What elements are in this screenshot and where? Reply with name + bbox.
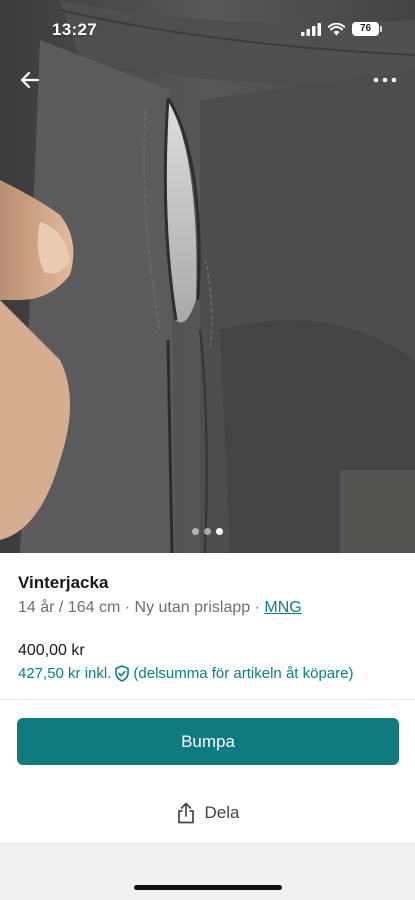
status-time: 13:27 xyxy=(52,20,97,39)
item-attributes: 14 år / 164 cm · Ny utan prislapp · MNG xyxy=(18,599,302,617)
more-options-button[interactable] xyxy=(369,64,401,96)
home-indicator[interactable] xyxy=(134,885,282,890)
status-bar: 13:27 76 xyxy=(0,0,415,58)
price-incl-text: 427,50 kr inkl. xyxy=(18,665,112,682)
signal-icon xyxy=(301,22,321,36)
bump-button[interactable]: Bumpa xyxy=(17,718,399,765)
share-label: Dela xyxy=(204,803,240,822)
share-button[interactable]: Dela xyxy=(0,793,415,833)
brand-link[interactable]: MNG xyxy=(264,599,301,616)
status-icons: 76 xyxy=(301,22,382,36)
divider xyxy=(0,699,415,700)
item-title: Vinterjacka xyxy=(18,573,109,592)
share-icon xyxy=(177,802,194,824)
arrow-left-icon xyxy=(20,71,40,89)
shield-check-icon xyxy=(114,665,130,682)
item-condition: Ny utan prislapp xyxy=(134,599,251,616)
separator: · xyxy=(254,599,260,616)
wifi-icon xyxy=(328,22,345,35)
buyer-protection-note: (delsumma för artikeln åt köpare) xyxy=(133,665,354,682)
bottom-section xyxy=(0,843,415,900)
jacket-photo-illustration xyxy=(0,0,415,553)
battery-indicator: 76 xyxy=(352,22,382,36)
item-price: 400,00 kr xyxy=(18,642,85,659)
listing-screen: 13:27 76 Vinterjacka 14 år / 164 cm · Ny… xyxy=(0,0,415,900)
item-photo[interactable]: 13:27 76 xyxy=(0,0,415,553)
pagination-dot-active[interactable] xyxy=(216,528,223,535)
pagination-dot[interactable] xyxy=(192,528,199,535)
separator: · xyxy=(124,599,131,616)
item-size: 14 år / 164 cm xyxy=(18,599,121,616)
more-horizontal-icon xyxy=(373,77,397,83)
pagination-dot[interactable] xyxy=(204,528,211,535)
price-incl-protection[interactable]: 427,50 kr inkl. (delsumma för artikeln å… xyxy=(18,665,353,682)
back-button[interactable] xyxy=(14,64,46,96)
gallery-pagination xyxy=(0,528,415,535)
